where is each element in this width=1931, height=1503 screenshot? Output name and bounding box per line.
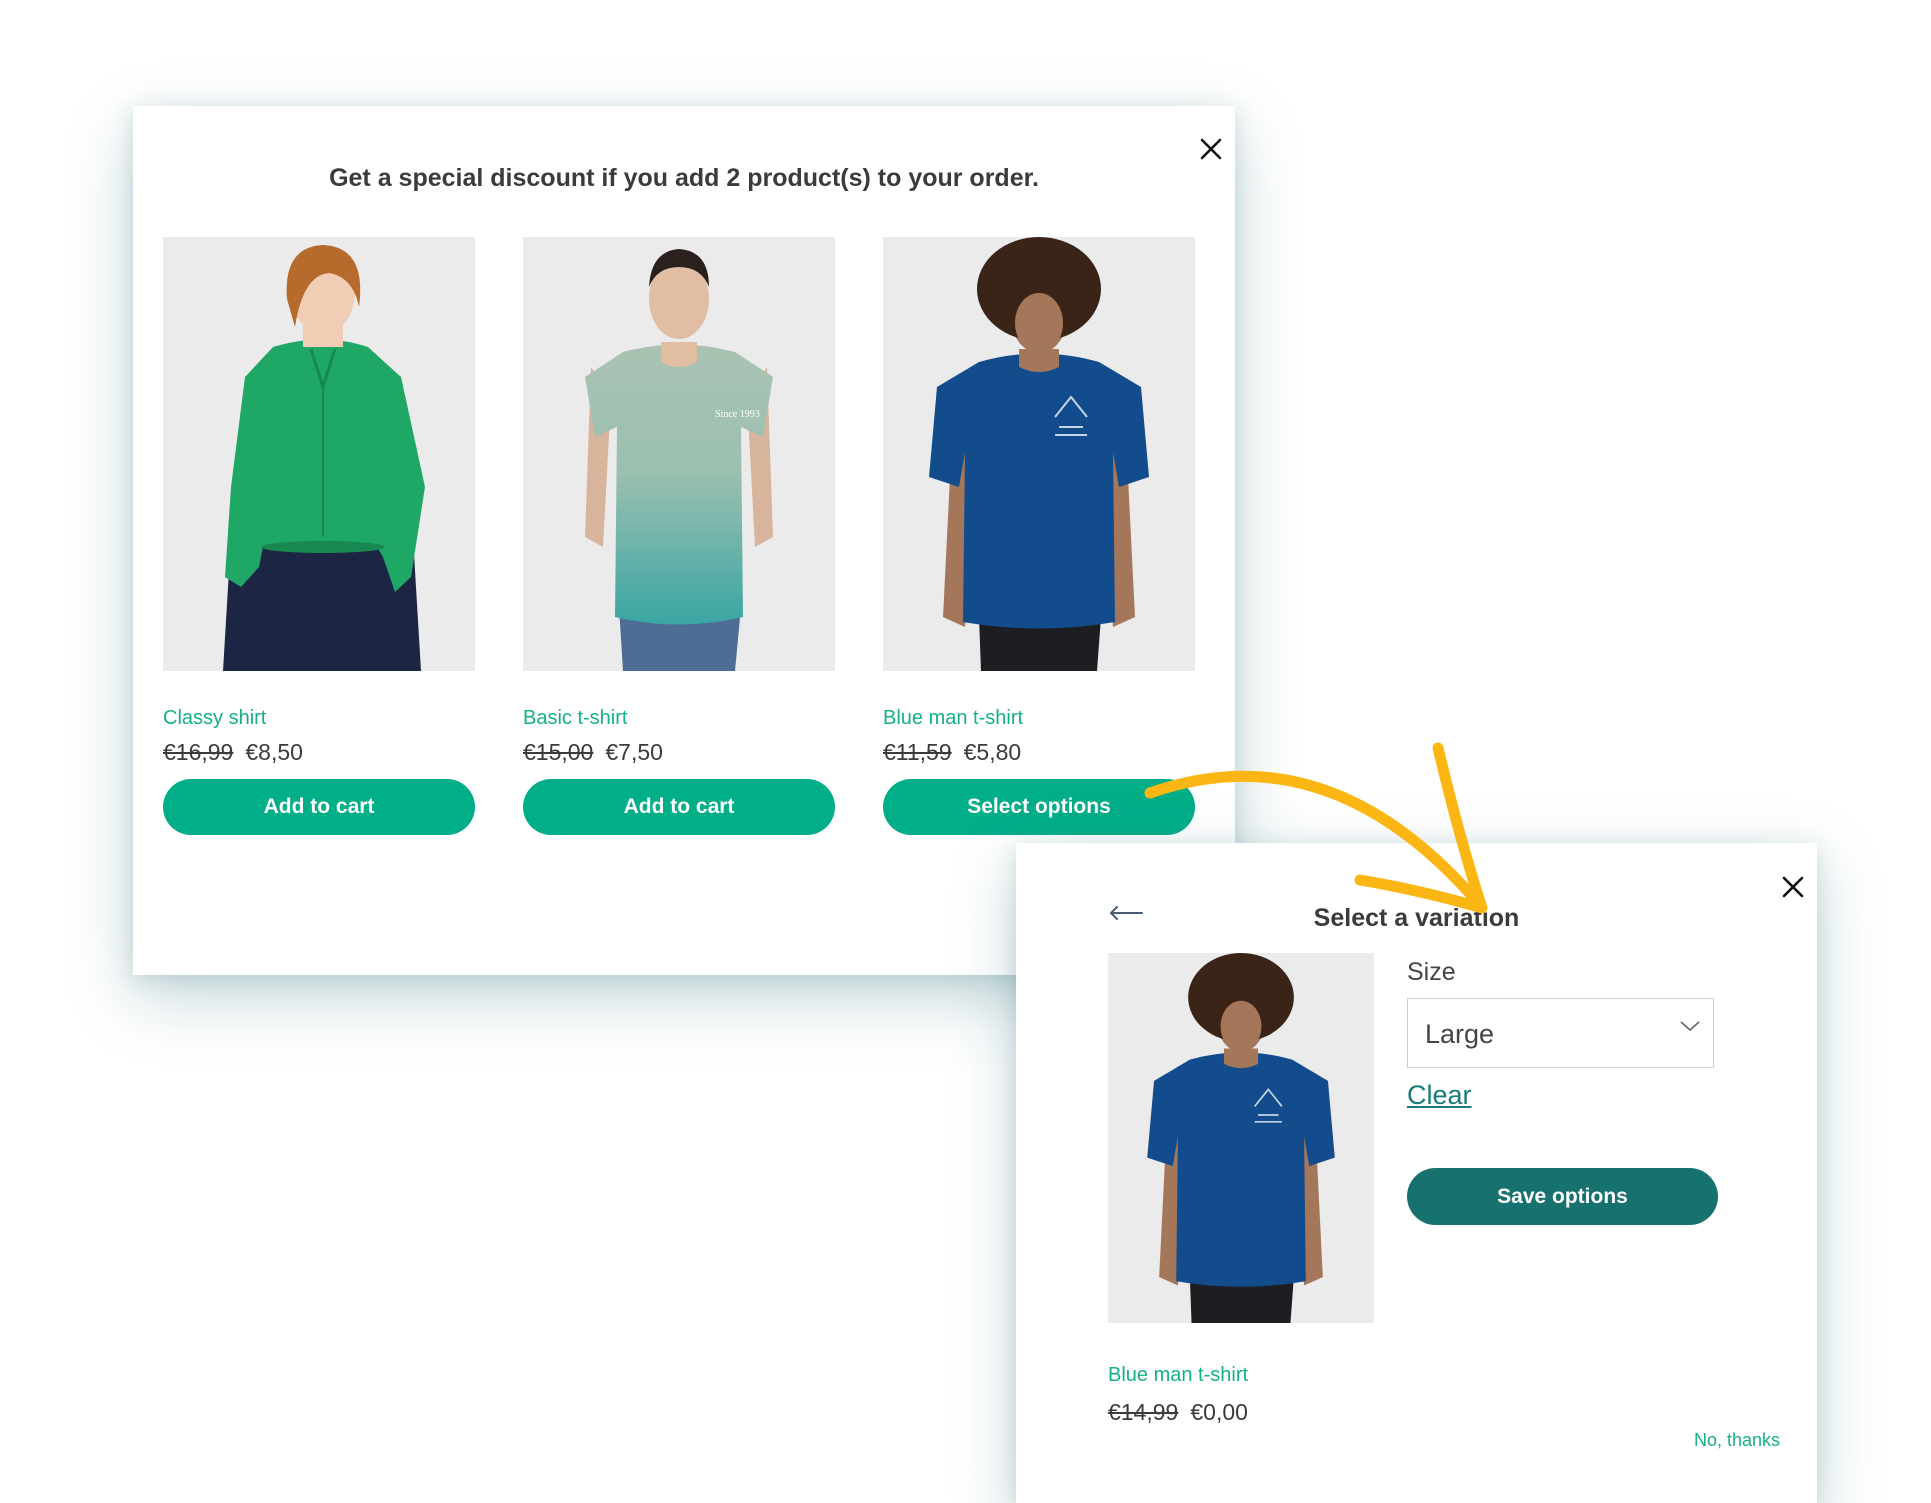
- no-thanks-link[interactable]: No, thanks: [1694, 1430, 1780, 1451]
- select-options-button[interactable]: Select options: [883, 779, 1195, 835]
- product-image-man-gradient-tshirt[interactable]: Since 1993: [523, 237, 835, 671]
- old-price: €15,00: [523, 739, 594, 765]
- old-price: €14,99: [1108, 1399, 1179, 1425]
- price-row: €16,99 €8,50: [163, 739, 475, 766]
- add-to-cart-button[interactable]: Add to cart: [163, 779, 475, 835]
- product-image-woman-green-blouse[interactable]: [163, 237, 475, 671]
- size-selected-value: Large: [1425, 1019, 1495, 1049]
- size-select[interactable]: Large: [1407, 998, 1714, 1068]
- product-card: Classy shirt €16,99 €8,50 Add to cart: [163, 237, 475, 835]
- offer-title: Get a special discount if you add 2 prod…: [329, 164, 1039, 192]
- price-row: €15,00 €7,50: [523, 739, 835, 766]
- sale-price: €8,50: [245, 739, 303, 765]
- old-price: €16,99: [163, 739, 234, 765]
- variation-price-row: €14,99 €0,00: [1108, 1399, 1248, 1426]
- variation-product-image: [1108, 953, 1374, 1323]
- chevron-down-icon: [1679, 1019, 1701, 1033]
- add-to-cart-button[interactable]: Add to cart: [523, 779, 835, 835]
- product-image-man-blue-adidas-tshirt[interactable]: [883, 237, 1195, 671]
- sale-price: €0,00: [1190, 1399, 1248, 1425]
- product-name[interactable]: Basic t-shirt: [523, 707, 835, 730]
- svg-text:Since 1993: Since 1993: [715, 409, 760, 420]
- variation-title: Select a variation: [1313, 904, 1520, 932]
- sale-price: €5,80: [963, 739, 1022, 765]
- close-icon[interactable]: [1780, 874, 1806, 900]
- sale-price: €7,50: [605, 739, 663, 765]
- product-card: Since 1993 Basic t-shirt €15,00 €7,50 Add…: [523, 237, 835, 835]
- variation-product-name[interactable]: Blue man t-shirt: [1108, 1364, 1248, 1387]
- size-label: Size: [1407, 958, 1456, 986]
- product-card: Blue man t-shirt €11,59 €5,80 Select opti…: [883, 237, 1195, 835]
- product-name[interactable]: Classy shirt: [163, 707, 475, 730]
- product-name[interactable]: Blue man t-shirt: [883, 707, 1195, 730]
- old-price: €11,59: [883, 739, 952, 765]
- close-icon[interactable]: [1198, 136, 1224, 162]
- price-row: €11,59 €5,80: [883, 739, 1195, 766]
- save-options-button[interactable]: Save options: [1407, 1168, 1718, 1225]
- clear-link[interactable]: Clear: [1407, 1080, 1472, 1111]
- variation-modal: Select a variation Size Large Clear Save…: [1016, 843, 1817, 1503]
